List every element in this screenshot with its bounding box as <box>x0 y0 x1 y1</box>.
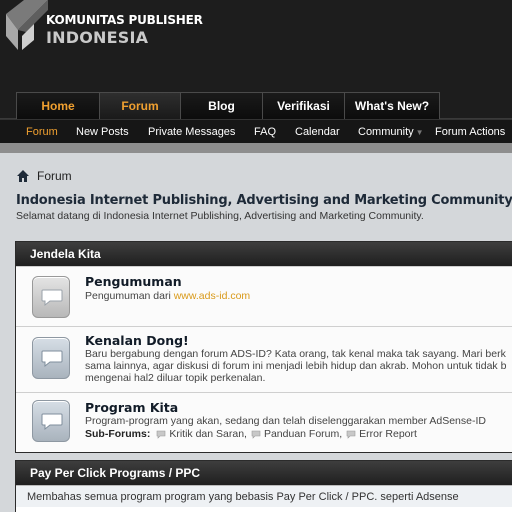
main-navigation: Home Forum Blog Verifikasi What's New? <box>0 92 512 119</box>
forum-title[interactable]: Kenalan Dong! <box>85 333 189 348</box>
category-header[interactable]: Pay Per Click Programs / PPC <box>16 461 512 485</box>
forum-title[interactable]: Program Kita <box>85 400 178 415</box>
tab-whats-new[interactable]: What's New? <box>344 92 440 119</box>
forum-description-line: Baru bergabung dengan forum ADS-ID? Kata… <box>85 348 506 360</box>
speech-bubble-icon <box>346 430 356 439</box>
speech-bubble-icon <box>251 430 261 439</box>
page-description: Selamat datang di Indonesia Internet Pub… <box>16 210 424 222</box>
tab-verifikasi[interactable]: Verifikasi <box>262 92 345 119</box>
forum-row-program-kita: Program Kita Program-program yang akan, … <box>16 392 512 452</box>
forum-description: Program-program yang akan, sedang dan te… <box>85 415 486 427</box>
logo-icon[interactable] <box>4 0 50 52</box>
forum-description: Pengumuman dari www.ads-id.com <box>85 290 250 302</box>
forum-description-line: mengenai hal2 diluar topik perkenalan. <box>85 372 266 384</box>
subforum-panduan-forum[interactable]: Panduan Forum, <box>251 428 342 440</box>
subforum-error-report[interactable]: Error Report <box>346 428 417 440</box>
subforums-list: Sub-Forums: Kritik dan Saran, Panduan Fo… <box>85 428 421 440</box>
subnav-community-label: Community <box>358 126 414 138</box>
tab-blog[interactable]: Blog <box>180 92 263 119</box>
tab-forum[interactable]: Forum <box>99 92 181 119</box>
sub-navigation: Forum New Posts Private Messages FAQ Cal… <box>0 119 512 143</box>
subnav-calendar[interactable]: Calendar <box>295 120 340 144</box>
subnav-new-posts[interactable]: New Posts <box>76 120 129 144</box>
forum-category-ppc: Pay Per Click Programs / PPC Membahas se… <box>15 460 512 512</box>
header-divider <box>0 143 512 153</box>
breadcrumb-forum[interactable]: Forum <box>37 169 72 183</box>
forum-row-kenalan-dong: Kenalan Dong! Baru bergabung dengan foru… <box>16 326 512 392</box>
logo-text-top[interactable]: KOMUNITAS PUBLISHER <box>46 13 203 27</box>
page-title: Indonesia Internet Publishing, Advertisi… <box>16 193 512 208</box>
category-header[interactable]: Jendela Kita <box>16 242 512 266</box>
forum-status-icon <box>32 337 70 379</box>
logo-text-bottom[interactable]: INDONESIA <box>46 28 148 47</box>
subnav-private-messages[interactable]: Private Messages <box>148 120 235 144</box>
subnav-forum-actions[interactable]: Forum Actions <box>435 120 505 144</box>
forum-title[interactable]: Pengumuman <box>85 274 182 289</box>
breadcrumb: Forum <box>16 168 72 184</box>
subforum-kritik-dan-saran[interactable]: Kritik dan Saran, <box>156 428 247 440</box>
site-header: KOMUNITAS PUBLISHER INDONESIA <box>0 0 512 92</box>
forum-row-pengumuman: Pengumuman Pengumuman dari www.ads-id.co… <box>16 266 512 326</box>
home-icon[interactable] <box>16 169 30 183</box>
subnav-forum[interactable]: Forum <box>26 120 58 144</box>
subnav-community[interactable]: Community ▼ <box>358 120 424 144</box>
subnav-faq[interactable]: FAQ <box>254 120 276 144</box>
forum-category-jendela-kita: Jendela Kita Pengumuman Pengumuman dari … <box>15 241 512 453</box>
chevron-down-icon: ▼ <box>415 127 424 137</box>
ads-id-link[interactable]: www.ads-id.com <box>174 290 250 302</box>
tab-home[interactable]: Home <box>16 92 100 119</box>
subforums-label: Sub-Forums: <box>85 428 151 440</box>
forum-description-text: Pengumuman dari <box>85 290 174 302</box>
forum-description-line: sama lainnya, agar diskusi di forum ini … <box>85 360 507 372</box>
category-description: Membahas semua program program yang beba… <box>16 485 512 507</box>
forum-status-icon <box>32 276 70 318</box>
forum-status-icon <box>32 400 70 442</box>
speech-bubble-icon <box>157 430 166 439</box>
